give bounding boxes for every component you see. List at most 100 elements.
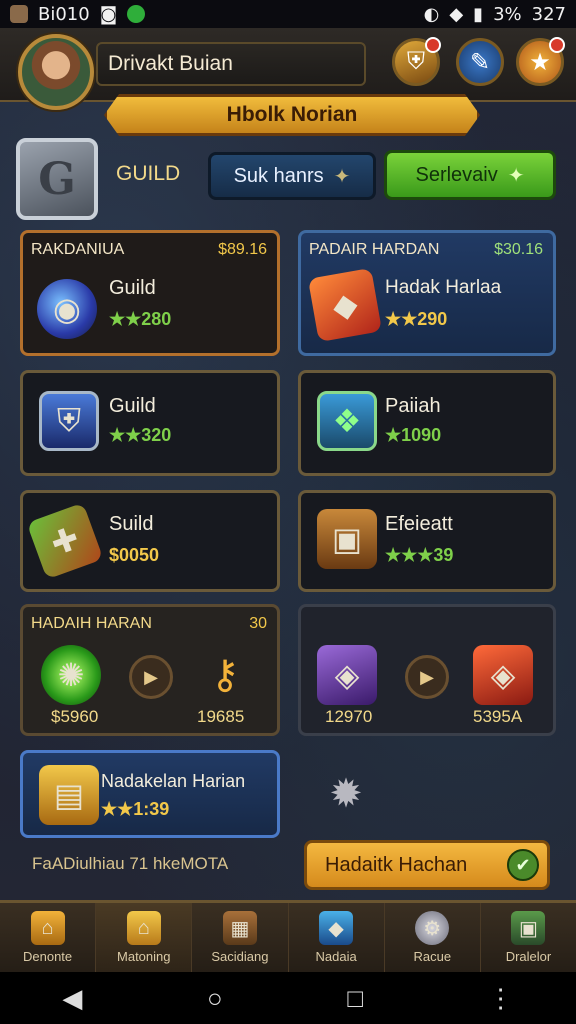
service-button[interactable]: Serlevaiv ✦ bbox=[384, 150, 556, 200]
arrow-right-icon: ✦ bbox=[333, 165, 351, 188]
daily-right-panel-left-value: 12970 bbox=[325, 707, 373, 726]
scroll-icon: ✚ bbox=[26, 502, 104, 580]
box-green-icon: ▣ bbox=[511, 911, 546, 945]
shop-card-mid-right[interactable]: ❖ Paiiah ★1090 bbox=[298, 370, 556, 476]
chest-icon: ▣ bbox=[317, 509, 377, 569]
orb-icon: ◉ bbox=[37, 279, 97, 339]
battery-percent: 3% bbox=[493, 3, 522, 25]
check-icon: ✔ bbox=[507, 849, 539, 881]
daily-panel-count: 30 bbox=[249, 615, 267, 632]
search-button-label: Suk hanrs bbox=[233, 164, 324, 187]
reward-card[interactable]: ▤ Nadakelan Harian ★★1:39 bbox=[20, 750, 280, 838]
status-bar: Bi010 ◙ ◐ ◆ ▮ 3% 327 bbox=[0, 0, 576, 28]
daily-left-value: $5960 bbox=[51, 707, 99, 726]
card-item-name: Hadak Harlaa bbox=[385, 277, 502, 298]
bottom-nav: ⌂ Denonte ⌂ Matoning ▦ Sacidiang ◆ Nadai… bbox=[0, 900, 576, 972]
card-item-stars: ★★★39 bbox=[385, 545, 454, 565]
nav-label: Racue bbox=[413, 949, 452, 964]
home-circle-icon[interactable]: ○ bbox=[207, 983, 223, 1014]
system-nav-bar: ◀ ○ □ ⋮ bbox=[0, 972, 576, 1024]
nav-item-matching[interactable]: ⌂ Matoning bbox=[96, 903, 193, 972]
shop-card-mid-left[interactable]: ⛨ Guild ★★320 bbox=[20, 370, 280, 476]
guild-label: GUILD bbox=[116, 162, 181, 185]
daily-panel-right: ◈ ▶ ◈ 12970 5395A bbox=[298, 604, 556, 736]
green-gem-icon[interactable]: ✺ bbox=[41, 645, 101, 705]
nav-label: Dralelor bbox=[505, 949, 552, 964]
player-name: Drivakt Buian bbox=[108, 52, 233, 75]
claim-button-label: Hadaitk Hachan bbox=[325, 853, 468, 876]
star-event-button[interactable]: ★ bbox=[516, 37, 565, 86]
nav-label: Matoning bbox=[117, 949, 171, 964]
guild-emblem-letter: G bbox=[38, 153, 76, 205]
crate-icon: ▦ bbox=[222, 911, 257, 945]
nav-item-cube[interactable]: ◆ Nadaia bbox=[289, 903, 385, 972]
card-item-stars: $0050 bbox=[109, 545, 160, 565]
shield-notify-button[interactable]: ⛨ bbox=[392, 37, 441, 86]
daily-panel-left: HADAIH HARAN 30 ✺ ▶ ⚷ $5960 19685 bbox=[20, 604, 280, 736]
play-button[interactable]: ▶ bbox=[129, 655, 173, 699]
shop-card-lower-left[interactable]: ✚ Suild $0050 bbox=[20, 490, 280, 592]
reward-stars: ★★1:39 bbox=[101, 799, 170, 819]
card-item-name: Guild bbox=[109, 277, 156, 299]
signal-icon: ▮ bbox=[473, 3, 484, 25]
card-item-stars: ★1090 bbox=[385, 425, 442, 445]
more-dots-icon[interactable]: ⋮ bbox=[488, 983, 514, 1014]
shop-card-lower-right[interactable]: ▣ Efeieatt ★★★39 bbox=[298, 490, 556, 592]
notification-badge bbox=[425, 37, 441, 53]
title-banner: Hbolk Norian bbox=[104, 94, 480, 136]
card-item-name: Efeieatt bbox=[385, 513, 453, 535]
arrow-right-icon: ✦ bbox=[507, 164, 525, 187]
back-icon[interactable]: ◀ bbox=[62, 983, 82, 1014]
gold-barrel-icon: ▤ bbox=[39, 765, 99, 825]
nav-item-gear[interactable]: ⚙ Racue bbox=[385, 903, 481, 972]
nav-label: Denonte bbox=[23, 949, 73, 964]
purple-chest-icon[interactable]: ◈ bbox=[317, 645, 377, 705]
wrench-icon: ✎ bbox=[469, 48, 491, 76]
shop-card-top-left[interactable]: RAKDANIUA $89.16 ◉ Guild ★★280 bbox=[20, 230, 280, 356]
red-chest-icon[interactable]: ◈ bbox=[473, 645, 533, 705]
shop-card-top-right[interactable]: PADAIR HARDAN $30.16 ◆ Hadak Harlaa ★★29… bbox=[298, 230, 556, 356]
gear-ornament-icon: ✹ bbox=[329, 772, 363, 816]
gear-icon: ⚙ bbox=[415, 911, 450, 945]
card-header: PADAIR HARDAN bbox=[309, 241, 440, 258]
nav-item-crate[interactable]: ▦ Sacidiang bbox=[192, 903, 289, 972]
card-item-stars: ★★320 bbox=[109, 425, 172, 445]
key-icon[interactable]: ⚷ bbox=[195, 645, 255, 705]
recents-square-icon[interactable]: □ bbox=[347, 983, 363, 1014]
app-thumbnail-icon bbox=[10, 5, 28, 23]
guild-emblem[interactable]: G bbox=[16, 138, 98, 220]
player-name-box[interactable]: Drivakt Buian bbox=[96, 42, 366, 86]
card-cost: $89.16 bbox=[218, 241, 267, 258]
cube-icon: ◆ bbox=[319, 911, 354, 945]
claim-button[interactable]: Hadaitk Hachan ✔ bbox=[304, 840, 550, 890]
home-gold-icon: ⌂ bbox=[126, 911, 161, 945]
card-header: RAKDANIUA bbox=[31, 241, 125, 258]
nav-item-box[interactable]: ▣ Dralelor bbox=[481, 903, 576, 972]
house-icon: ⌂ bbox=[30, 911, 65, 945]
card-item-stars: ★★280 bbox=[109, 309, 172, 329]
daily-right-panel-right-value: 5395A bbox=[473, 707, 523, 726]
chat-bubble-icon bbox=[127, 5, 146, 23]
tools-button[interactable]: ✎ bbox=[456, 38, 504, 86]
service-button-label: Serlevaiv bbox=[415, 163, 498, 186]
game-screen: Drivakt Buian ⛨ ✎ ★ Hbolk Norian G GUILD… bbox=[0, 28, 576, 900]
card-item-name: Paiiah bbox=[385, 395, 441, 417]
nav-label: Sacidiang bbox=[211, 949, 269, 964]
crystal-icon: ◆ bbox=[307, 267, 383, 343]
shield-icon: ⛨ bbox=[407, 48, 425, 75]
star-icon: ★ bbox=[529, 48, 551, 76]
status-left-text: Bi010 bbox=[38, 3, 90, 25]
leaf-shield-icon: ❖ bbox=[317, 391, 377, 451]
footer-note: FaADiulhiau 71 hkeMOTA bbox=[32, 854, 229, 873]
play-button[interactable]: ▶ bbox=[405, 655, 449, 699]
title-banner-text: Hbolk Norian bbox=[226, 103, 358, 126]
card-item-stars: ★★290 bbox=[385, 309, 448, 329]
nav-label: Nadaia bbox=[315, 949, 357, 964]
nav-item-home[interactable]: ⌂ Denonte bbox=[0, 903, 97, 972]
reward-name: Nadakelan Harian bbox=[101, 771, 246, 791]
notification-icon: ◐ bbox=[423, 3, 440, 25]
search-button[interactable]: Suk hanrs ✦ bbox=[208, 152, 376, 200]
camera-icon: ◙ bbox=[99, 3, 118, 25]
card-item-name: Suild bbox=[109, 513, 154, 535]
player-avatar[interactable] bbox=[18, 34, 94, 110]
